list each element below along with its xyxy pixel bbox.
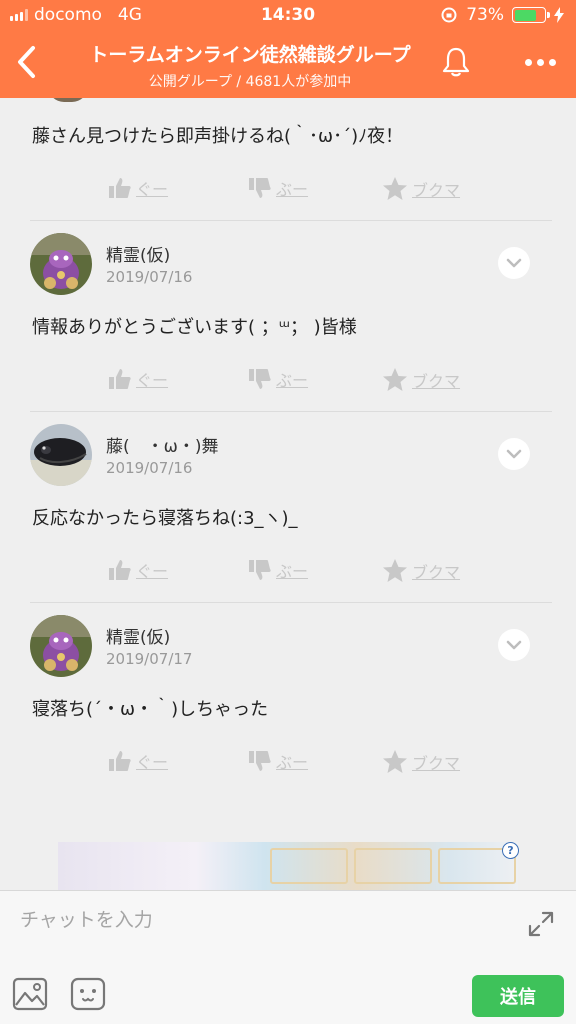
bookmark-button[interactable]: ブクマ bbox=[382, 558, 460, 583]
charging-icon bbox=[554, 7, 564, 23]
dislike-button[interactable]: ぶー bbox=[248, 367, 308, 391]
post-actions: ぐー ぶー ブクマ bbox=[0, 367, 576, 393]
chevron-down-icon bbox=[506, 640, 522, 650]
post-date: 2019/07/17 bbox=[106, 650, 193, 668]
dislike-button[interactable]: ぶー bbox=[248, 558, 308, 582]
more-menu-button[interactable] bbox=[518, 42, 562, 82]
ad-banner[interactable] bbox=[58, 842, 518, 890]
thumbs-up-icon bbox=[109, 369, 131, 389]
avatar bbox=[48, 98, 88, 102]
post-message: 寝落ち(´・ω・｀)しちゃった bbox=[32, 699, 269, 720]
battery-percent: 73% bbox=[466, 5, 504, 25]
post-author[interactable]: 精霊(仮) bbox=[106, 623, 170, 648]
post-message: 藤さん見つけたら即声掛けるね(｀･ω･´)ﾉ夜！ bbox=[32, 126, 404, 147]
chevron-left-icon bbox=[18, 46, 35, 78]
star-icon bbox=[383, 177, 407, 200]
like-button[interactable]: ぐー bbox=[108, 367, 168, 391]
thumbs-up-icon bbox=[109, 178, 131, 198]
navigation-bar: トーラムオンライン徒然雑談グループ 公開グループ / 4681人が参加中 bbox=[0, 30, 576, 98]
post-message: 情報ありがとうございます( ；ᵚ； )皆様 bbox=[32, 317, 357, 338]
post-item: 藤( ・ω・)舞 2019/07/16 反応なかったら寝落ちね(:3_ヽ)_ ぐ… bbox=[0, 412, 576, 602]
chat-composer: 送信 bbox=[0, 890, 576, 1024]
app-header: docomo 4G 14:30 73% トーラムオンライン徒然雑談グループ 公開… bbox=[0, 0, 576, 98]
bookmark-button[interactable]: ブクマ bbox=[382, 749, 460, 774]
post-menu-button[interactable] bbox=[498, 247, 530, 279]
battery-icon bbox=[512, 7, 550, 23]
thumbs-down-icon bbox=[249, 560, 271, 580]
post-item: 精霊(仮) 2019/07/17 寝落ち(´・ω・｀)しちゃった ぐー ぶー ブ… bbox=[0, 603, 576, 793]
post-date: 2019/07/16 bbox=[106, 459, 193, 477]
back-button[interactable] bbox=[6, 40, 46, 84]
post-menu-button[interactable] bbox=[498, 438, 530, 470]
ad-info-icon[interactable]: ? bbox=[502, 842, 519, 859]
like-button[interactable]: ぐー bbox=[108, 558, 168, 582]
post-actions: ぐー ぶー ブクマ bbox=[0, 749, 576, 775]
dislike-button[interactable]: ぶー bbox=[248, 749, 308, 773]
post-message: 反応なかったら寝落ちね(:3_ヽ)_ bbox=[32, 508, 298, 529]
group-subtitle: 公開グループ / 4681人が参加中 bbox=[148, 74, 352, 90]
thumbs-down-icon bbox=[249, 178, 271, 198]
bell-icon bbox=[442, 47, 470, 77]
image-button[interactable] bbox=[12, 977, 48, 1011]
orientation-lock-icon bbox=[441, 7, 457, 23]
chevron-down-icon bbox=[506, 449, 522, 459]
chat-feed[interactable]: 藤さん見つけたら即声掛けるね(｀･ω･´)ﾉ夜！ ぐー ぶー ブクマ 精霊(仮)… bbox=[0, 98, 576, 890]
thumbs-up-icon bbox=[109, 560, 131, 580]
star-icon bbox=[383, 368, 407, 391]
dislike-button[interactable]: ぶー bbox=[248, 176, 308, 200]
star-icon bbox=[383, 750, 407, 773]
ad-image bbox=[354, 848, 432, 884]
post-date: 2019/07/16 bbox=[106, 268, 193, 286]
post-actions: ぐー ぶー ブクマ bbox=[0, 558, 576, 584]
post-menu-button[interactable] bbox=[498, 629, 530, 661]
group-title-area[interactable]: トーラムオンライン徒然雑談グループ 公開グループ / 4681人が参加中 bbox=[60, 40, 440, 91]
bookmark-button[interactable]: ブクマ bbox=[382, 367, 460, 392]
avatar[interactable] bbox=[30, 424, 92, 486]
expand-icon bbox=[528, 911, 554, 937]
star-icon bbox=[383, 559, 407, 582]
post-item: 精霊(仮) 2019/07/16 情報ありがとうございます( ；ᵚ； )皆様 ぐ… bbox=[0, 221, 576, 411]
send-button[interactable]: 送信 bbox=[472, 975, 564, 1017]
avatar[interactable] bbox=[30, 615, 92, 677]
chevron-down-icon bbox=[506, 258, 522, 268]
expand-button[interactable] bbox=[526, 909, 556, 939]
notification-button[interactable] bbox=[436, 42, 476, 82]
avatar[interactable] bbox=[30, 233, 92, 295]
emoji-icon bbox=[70, 977, 106, 1011]
thumbs-down-icon bbox=[249, 751, 271, 771]
group-title: トーラムオンライン徒然雑談グループ bbox=[89, 44, 411, 66]
like-button[interactable]: ぐー bbox=[108, 176, 168, 200]
image-icon bbox=[12, 977, 48, 1011]
ad-image bbox=[270, 848, 348, 884]
post-author[interactable]: 藤( ・ω・)舞 bbox=[106, 432, 219, 457]
post-author[interactable]: 精霊(仮) bbox=[106, 241, 170, 266]
post-item: 藤さん見つけたら即声掛けるね(｀･ω･´)ﾉ夜！ ぐー ぶー ブクマ bbox=[0, 98, 576, 220]
chat-input[interactable] bbox=[20, 905, 500, 935]
status-bar: docomo 4G 14:30 73% bbox=[0, 0, 576, 30]
post-actions: ぐー ぶー ブクマ bbox=[0, 176, 576, 202]
like-button[interactable]: ぐー bbox=[108, 749, 168, 773]
thumbs-up-icon bbox=[109, 751, 131, 771]
stamp-button[interactable] bbox=[70, 977, 106, 1011]
thumbs-down-icon bbox=[249, 369, 271, 389]
bookmark-button[interactable]: ブクマ bbox=[382, 176, 460, 201]
